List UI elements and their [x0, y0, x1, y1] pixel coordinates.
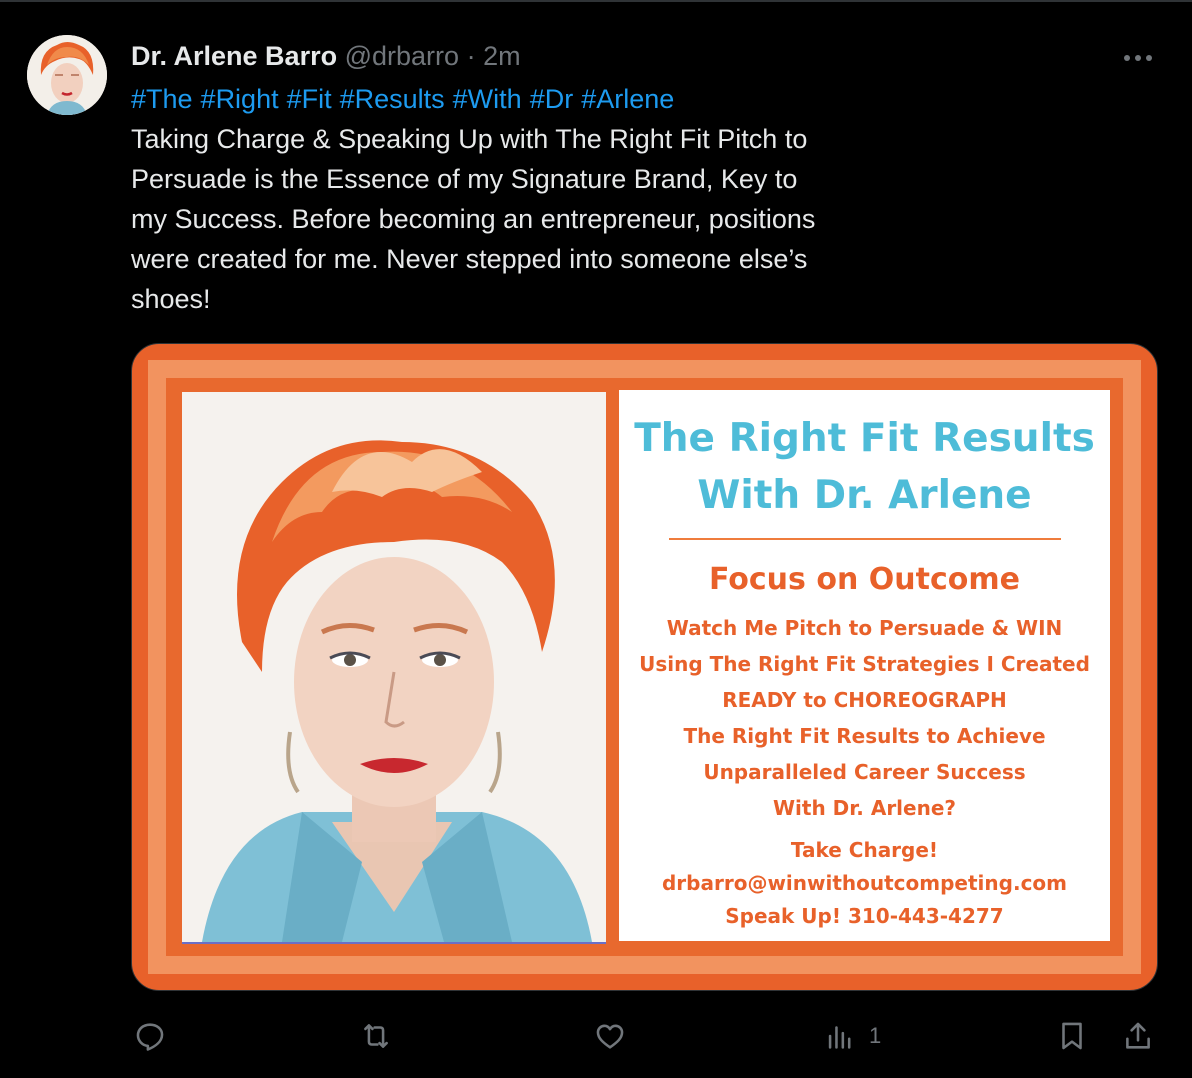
avatar[interactable]	[27, 35, 107, 115]
tweet-header: Dr. Arlene Barro @drbarro · 2m	[131, 36, 521, 76]
share-button[interactable]	[1121, 1012, 1155, 1060]
hashtag-link[interactable]: #Right	[201, 84, 279, 114]
hashtag-link[interactable]: #With	[453, 84, 522, 114]
timestamp[interactable]: 2m	[483, 41, 521, 71]
card-line: Watch Me Pitch to Persuade & WIN	[666, 616, 1063, 640]
views-count: 1	[869, 1023, 882, 1048]
card-cta: Take Charge! drbarro@winwithoutcompeting…	[619, 834, 1110, 933]
card-cta-line: Take Charge!	[790, 838, 939, 862]
card-line: With Dr. Arlene?	[772, 796, 957, 820]
tweet-actions: 1	[131, 1012, 1161, 1060]
reply-icon	[136, 1023, 164, 1051]
hashtag-line: #The #Right #Fit #Results #With #Dr #Arlene	[131, 79, 682, 119]
separator: ·	[466, 41, 476, 71]
hashtag-link[interactable]: #Fit	[287, 84, 332, 114]
more-options-button[interactable]	[1120, 40, 1156, 76]
promo-card: The Right Fit Results With Dr. Arlene Fo…	[619, 390, 1110, 941]
reply-button[interactable]	[133, 1012, 167, 1060]
views-button[interactable]: 1	[823, 1012, 881, 1060]
retweet-button[interactable]	[359, 1012, 393, 1060]
hashtag-link[interactable]: #The	[131, 84, 193, 114]
like-button[interactable]	[593, 1012, 627, 1060]
portrait-photo	[182, 392, 606, 944]
divider	[0, 0, 1192, 2]
heart-icon	[596, 1024, 624, 1049]
card-divider	[668, 538, 1061, 540]
card-email: drbarro@winwithoutcompeting.com	[661, 871, 1068, 895]
card-line: READY to CHOREOGRAPH	[722, 688, 1007, 712]
card-body: Watch Me Pitch to Persuade & WIN Using T…	[619, 610, 1110, 826]
display-name[interactable]: Dr. Arlene Barro	[131, 41, 337, 71]
card-phone: Speak Up! 310-443-4277	[725, 904, 1004, 928]
hashtag-link[interactable]: #Results	[340, 84, 445, 114]
card-line: The Right Fit Results to Achieve	[683, 724, 1046, 748]
share-icon	[1126, 1022, 1150, 1049]
hashtag-link[interactable]: #Arlene	[581, 84, 674, 114]
hashtag-link[interactable]: #Dr	[530, 84, 574, 114]
avatar-image	[27, 35, 107, 115]
card-line: Unparalleled Career Success	[703, 760, 1026, 784]
bookmark-button[interactable]	[1055, 1012, 1089, 1060]
more-icon	[1124, 55, 1152, 61]
retweet-icon	[364, 1024, 388, 1048]
card-title: The Right Fit Results With Dr. Arlene	[619, 410, 1110, 524]
tweet-text: Taking Charge & Speaking Up with The Rig…	[131, 124, 816, 314]
handle[interactable]: @drbarro	[345, 41, 459, 71]
tweet[interactable]: Dr. Arlene Barro @drbarro · 2m #The #Righ…	[0, 0, 1192, 1078]
tweet-media-image[interactable]: The Right Fit Results With Dr. Arlene Fo…	[131, 343, 1158, 991]
card-subtitle: Focus on Outcome	[709, 562, 1020, 597]
bookmark-icon	[1062, 1022, 1082, 1050]
card-title-line: With Dr. Arlene	[697, 473, 1032, 518]
portrait-illustration	[182, 392, 606, 942]
views-icon	[828, 1026, 851, 1049]
card-title-line: The Right Fit Results	[634, 416, 1095, 461]
card-line: Using The Right Fit Strategies I Created	[639, 652, 1090, 676]
